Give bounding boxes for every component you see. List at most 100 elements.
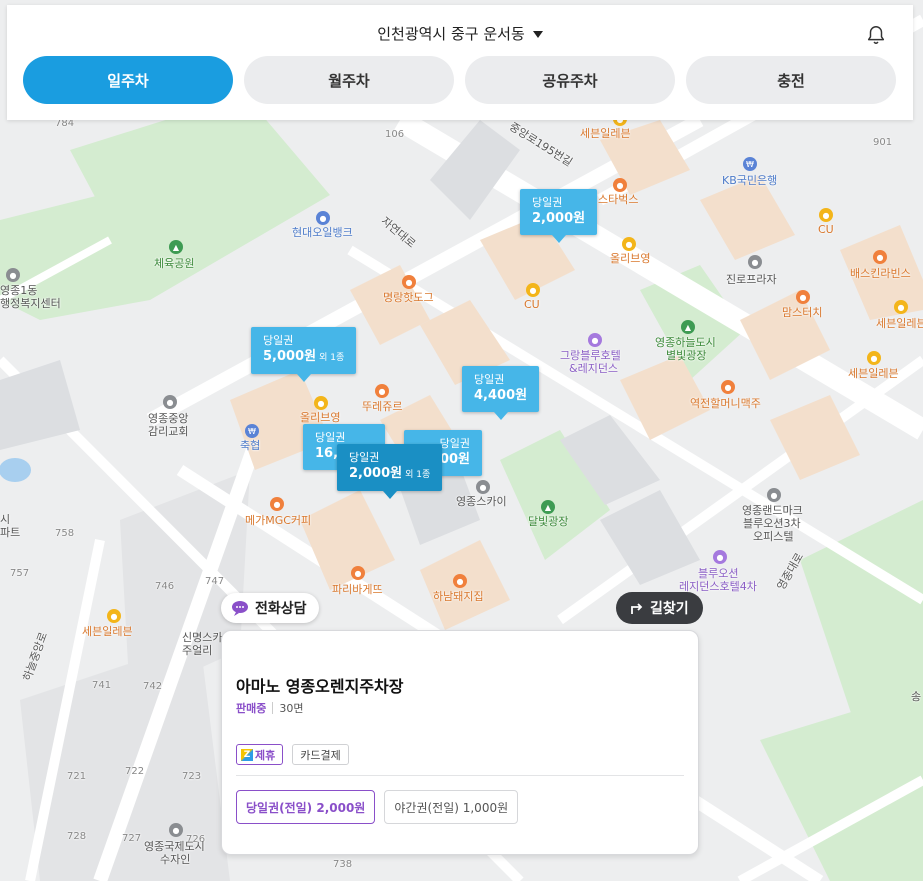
map-label-oliveyoung: 올리브영 bbox=[300, 411, 341, 424]
cafe-icon: ● bbox=[613, 178, 627, 192]
pin-price: 5,000원 외 1종 bbox=[263, 349, 345, 364]
map-label-cu: CU bbox=[818, 223, 834, 236]
parking-pin[interactable]: 당일권 4,400원 bbox=[462, 366, 540, 420]
hotel-icon: ● bbox=[713, 550, 727, 564]
map-label-myungrang: 명랑핫도그 bbox=[383, 291, 434, 304]
tab-charging[interactable]: 충전 bbox=[686, 56, 896, 104]
map-label-sinmyeong: 신명스카 bbox=[182, 631, 223, 644]
divider bbox=[272, 702, 274, 714]
ticket-option-daily[interactable]: 당일권(전일) 2,000원 bbox=[236, 790, 376, 824]
map-label-cu: CU bbox=[524, 298, 540, 311]
map-label-blueocean-2: 레지던스호텔4차 bbox=[679, 580, 757, 593]
pin-price: 2,000원 bbox=[532, 211, 586, 226]
bank-icon: ₩ bbox=[245, 424, 259, 438]
pin-tail bbox=[382, 491, 397, 499]
map-label-grandblue-hotel: 그랑블루호텔 bbox=[560, 349, 621, 362]
map-label-byulbit-plaza: 별빛광장 bbox=[666, 349, 707, 362]
bakery-icon: ● bbox=[375, 384, 389, 398]
convenience-store-icon: ● bbox=[867, 351, 881, 365]
map-label-starbucks: 스타벅스 bbox=[598, 193, 639, 206]
pin-extra: 외 1종 bbox=[319, 353, 345, 363]
map-label-landmark: 영종랜드마크 bbox=[742, 504, 803, 517]
map-label-oliveyoung: 올리브영 bbox=[610, 252, 651, 265]
map-label-church-2: 감리교회 bbox=[148, 425, 189, 438]
map-label-721: 721 bbox=[67, 771, 87, 782]
pin-ticket-type: 당일권 bbox=[315, 431, 346, 444]
church-icon: ● bbox=[163, 395, 177, 409]
convenience-store-icon: ● bbox=[819, 208, 833, 222]
map-label-758: 758 bbox=[55, 528, 75, 539]
map-label-welfare-center: 행정복지센터 bbox=[0, 297, 61, 310]
pin-tail bbox=[551, 235, 566, 243]
parking-pin[interactable]: 당일권 5,000원 외 1종 bbox=[251, 327, 357, 382]
partner-label: 제휴 bbox=[255, 748, 276, 762]
parking-pin-selected[interactable]: 당일권 2,000원 외 1종 bbox=[337, 444, 443, 499]
cafe-icon: ● bbox=[270, 497, 284, 511]
parking-lot-name: 아마노 영종오렌지주차장 bbox=[236, 677, 404, 696]
convenience-store-icon: ● bbox=[107, 609, 121, 623]
map-label-sujain-2: 수자인 bbox=[160, 853, 191, 866]
restaurant-icon: ● bbox=[721, 380, 735, 394]
ticket-option-night[interactable]: 야간권(전일) 1,000원 bbox=[384, 790, 519, 824]
map-label-hyundai-oilbank: 현대오일뱅크 bbox=[292, 226, 353, 239]
bell-icon[interactable] bbox=[865, 23, 887, 47]
pin-price: 4,400원 bbox=[474, 388, 528, 403]
map-label-kb-bank: KB국민은행 bbox=[722, 174, 778, 187]
map-label-apt: 파트 bbox=[0, 526, 21, 539]
top-panel: 인천광역시 중구 운서동 일주차 월주차 공유주차 충전 bbox=[7, 5, 913, 120]
map-label-seven-eleven: 세븐일레븐 bbox=[580, 127, 631, 140]
map-label-tous-les-jours: 뚜레쥬르 bbox=[362, 400, 403, 413]
shopping-icon: ● bbox=[314, 396, 328, 410]
park-icon: ▲ bbox=[681, 320, 695, 334]
map-label-727: 727 bbox=[122, 833, 142, 844]
map-label-si: 시 bbox=[0, 513, 11, 526]
map-label-738: 738 bbox=[333, 859, 353, 870]
location-label: 인천광역시 중구 운서동 bbox=[377, 25, 525, 43]
map-label-sky: 영종스카이 bbox=[456, 495, 507, 508]
directions-button[interactable]: 길찾기 bbox=[616, 592, 703, 624]
restaurant-icon: ● bbox=[453, 574, 467, 588]
building-icon: ● bbox=[476, 480, 490, 494]
pin-ticket-type: 당일권 bbox=[349, 451, 380, 464]
parking-pin[interactable]: 당일권 2,000원 bbox=[520, 189, 598, 243]
map-label-742: 742 bbox=[143, 681, 163, 692]
map-label-901: 901 bbox=[873, 137, 893, 148]
map-label-song: 송 bbox=[911, 690, 922, 703]
phone-consult-button[interactable]: 전화상담 bbox=[221, 593, 319, 623]
bakery-icon: ● bbox=[351, 566, 365, 580]
map-label-741: 741 bbox=[92, 680, 112, 691]
space-count: 30면 bbox=[279, 702, 304, 715]
map-label-nh: 축협 bbox=[240, 439, 261, 452]
map-label-baskin: 배스킨라빈스 bbox=[850, 267, 911, 280]
pin-tail bbox=[296, 374, 311, 382]
map-label-jinro-plaza: 진로프라자 bbox=[726, 273, 777, 286]
directions-label: 길찾기 bbox=[650, 601, 689, 617]
government-icon: ● bbox=[6, 268, 20, 282]
restaurant-icon: ● bbox=[796, 290, 810, 304]
parking-lot-card[interactable]: 아마노 영종오렌지주차장 판매중 30면 Z 제휴 카드결제 당일권(전일) 2,… bbox=[221, 630, 699, 855]
parking-type-tabs: 일주차 월주차 공유주차 충전 bbox=[23, 56, 896, 104]
tab-shared[interactable]: 공유주차 bbox=[465, 56, 675, 104]
map-label-seven-eleven: 세븐일레븐 bbox=[876, 317, 923, 330]
pin-ticket-type: 당일권 bbox=[263, 334, 294, 347]
map-label-paris-baguette: 파리바게뜨 bbox=[332, 583, 383, 596]
map-label-106: 106 bbox=[385, 129, 405, 140]
card-divider bbox=[236, 775, 684, 776]
building-icon: ● bbox=[169, 823, 183, 837]
chat-bubble-icon bbox=[232, 601, 248, 616]
map-label-mega-coffee: 메가MGC커피 bbox=[245, 514, 312, 527]
card-payment-badge: 카드결제 bbox=[292, 744, 349, 765]
map-label-746: 746 bbox=[155, 581, 175, 592]
map-label-gym-park: 체육공원 bbox=[154, 257, 195, 270]
restaurant-icon: ● bbox=[873, 250, 887, 264]
phone-consult-label: 전화상담 bbox=[255, 601, 307, 617]
map-label-dalbit-plaza: 달빛광장 bbox=[528, 515, 569, 528]
location-selector[interactable]: 인천광역시 중구 운서동 bbox=[7, 23, 913, 44]
tab-daily[interactable]: 일주차 bbox=[23, 56, 233, 104]
tag-list: Z 제휴 카드결제 bbox=[236, 744, 349, 765]
map-label-sky-city: 영종하늘도시 bbox=[655, 336, 716, 349]
pin-ticket-type: 당일권 bbox=[474, 373, 505, 386]
tab-monthly[interactable]: 월주차 bbox=[244, 56, 454, 104]
map-label-moms-touch: 맘스터치 bbox=[782, 306, 823, 319]
map-label-blueocean: 블루오션 bbox=[698, 567, 739, 580]
